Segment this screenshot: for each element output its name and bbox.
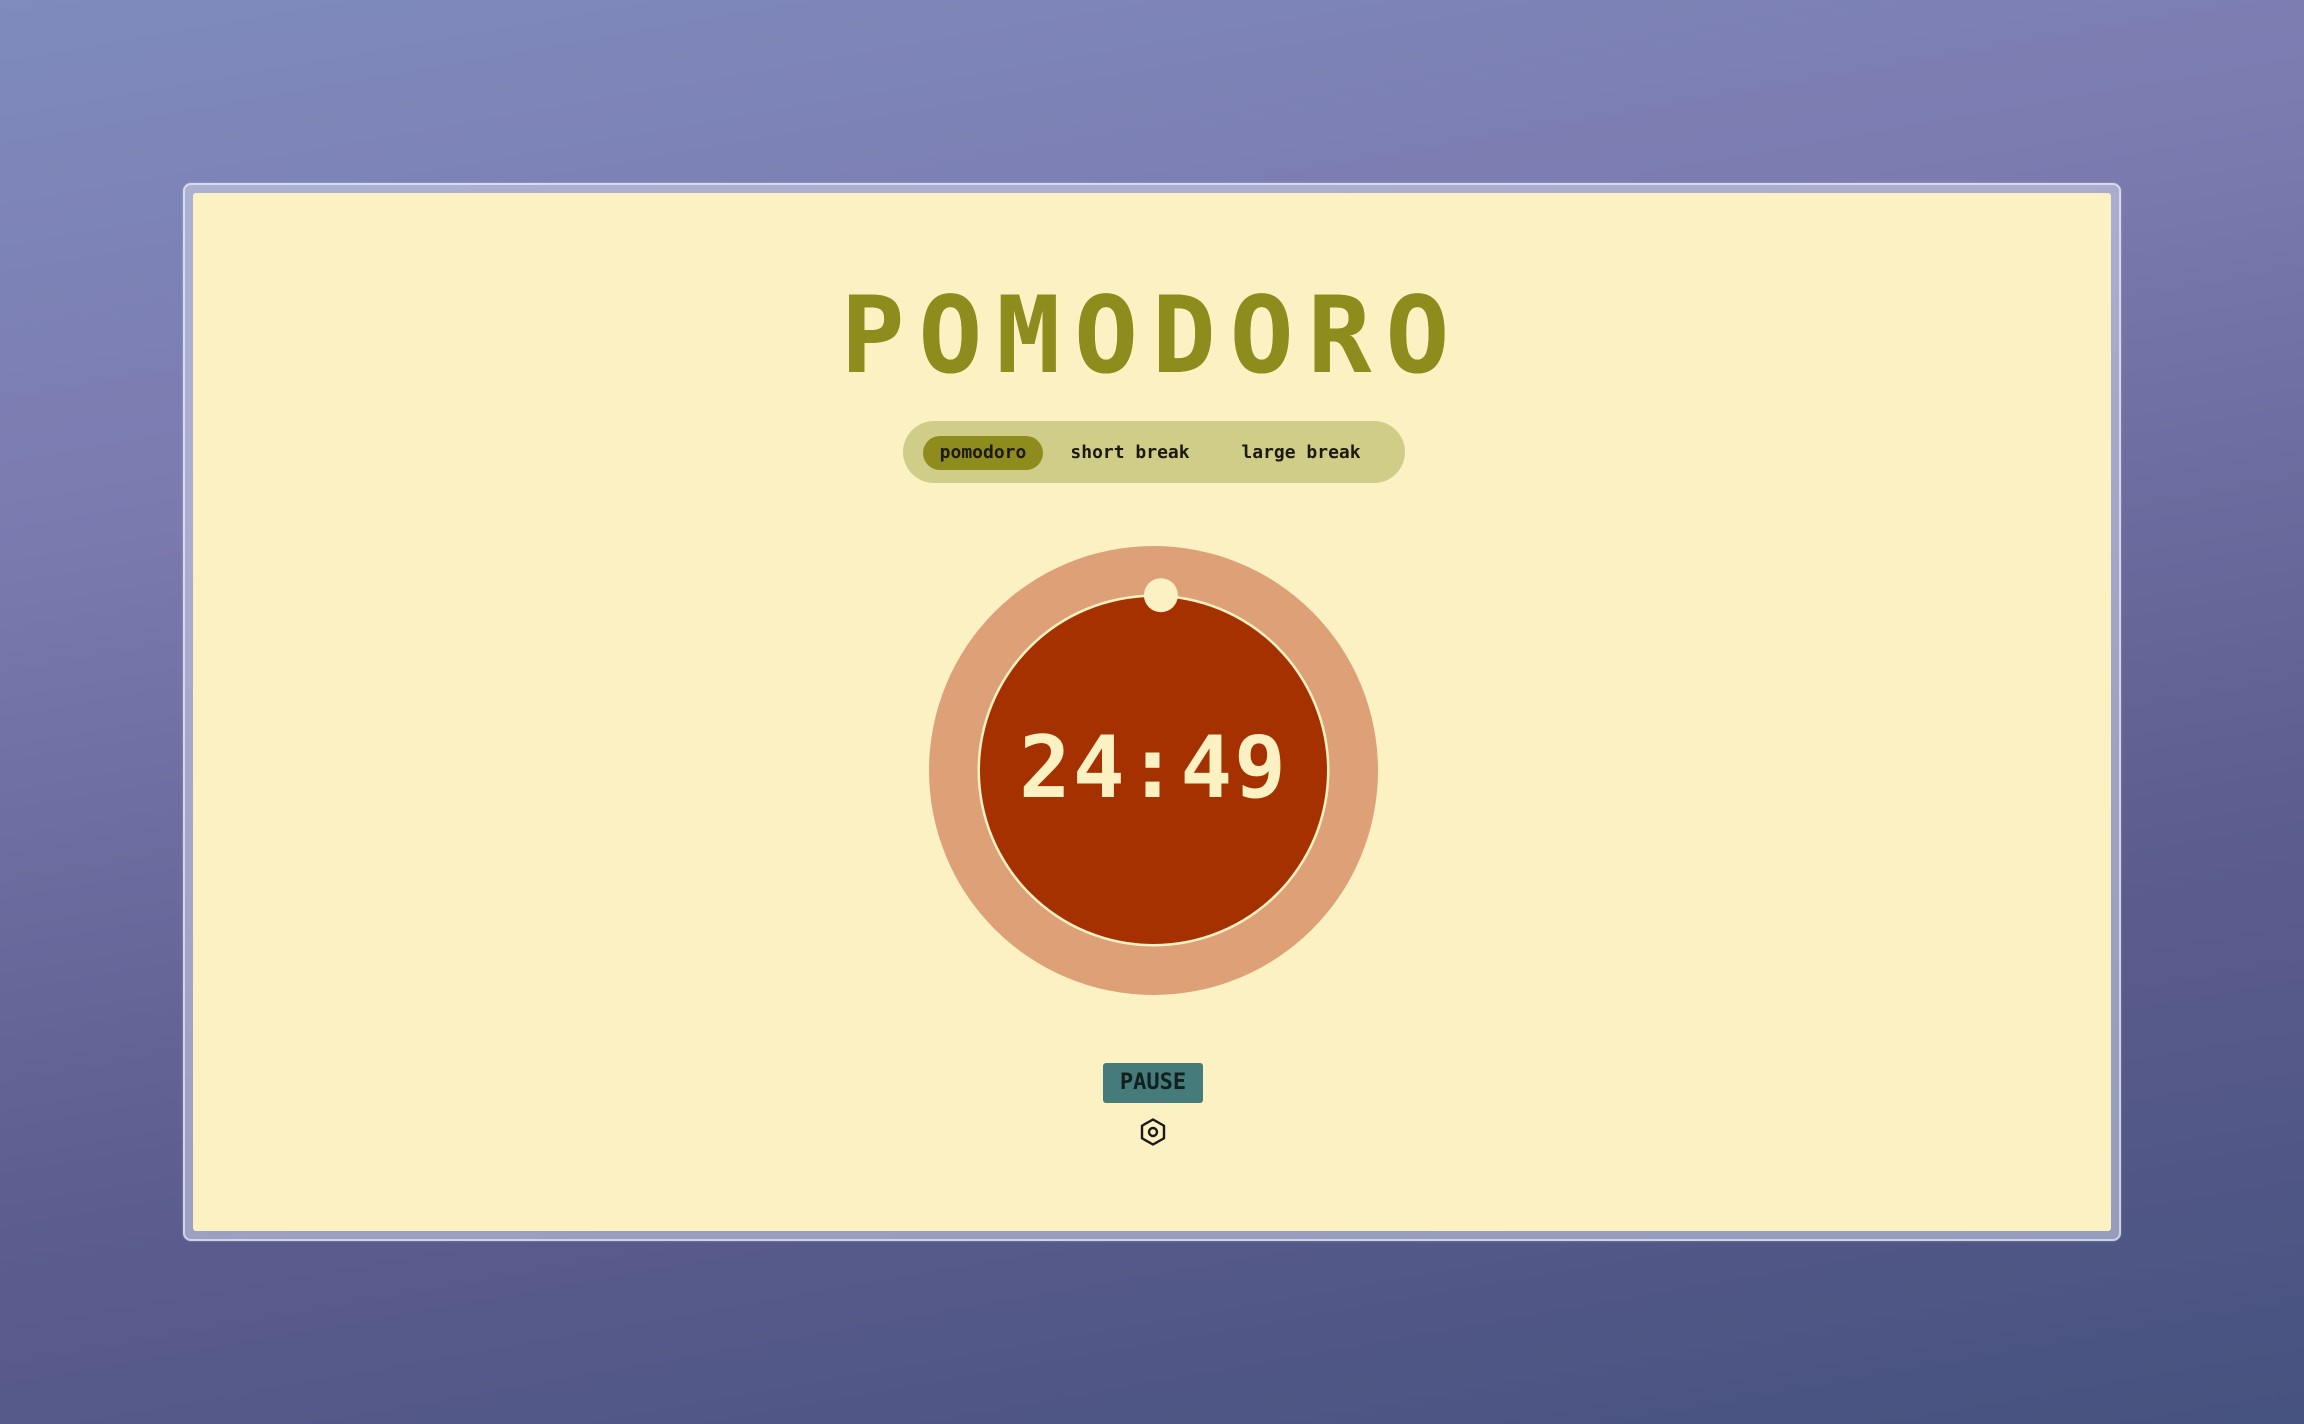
tab-large-break[interactable]: large break xyxy=(1233,436,1369,470)
app-window: POMODORO pomodoro short break large brea… xyxy=(183,183,2121,1241)
timer-progress-knob xyxy=(1143,578,1178,613)
tab-pomodoro[interactable]: pomodoro xyxy=(923,436,1043,470)
app-panel: POMODORO pomodoro short break large brea… xyxy=(193,193,2111,1231)
timer-display: 24:49 xyxy=(1019,718,1288,818)
app-title: POMODORO xyxy=(840,274,1464,397)
pause-button[interactable]: PAUSE xyxy=(1103,1063,1203,1103)
timer-dial: 24:49 xyxy=(929,546,1378,995)
settings-icon[interactable] xyxy=(1138,1117,1168,1147)
mode-selector: pomodoro short break large break xyxy=(903,421,1405,483)
tab-short-break[interactable]: short break xyxy=(1065,436,1195,470)
